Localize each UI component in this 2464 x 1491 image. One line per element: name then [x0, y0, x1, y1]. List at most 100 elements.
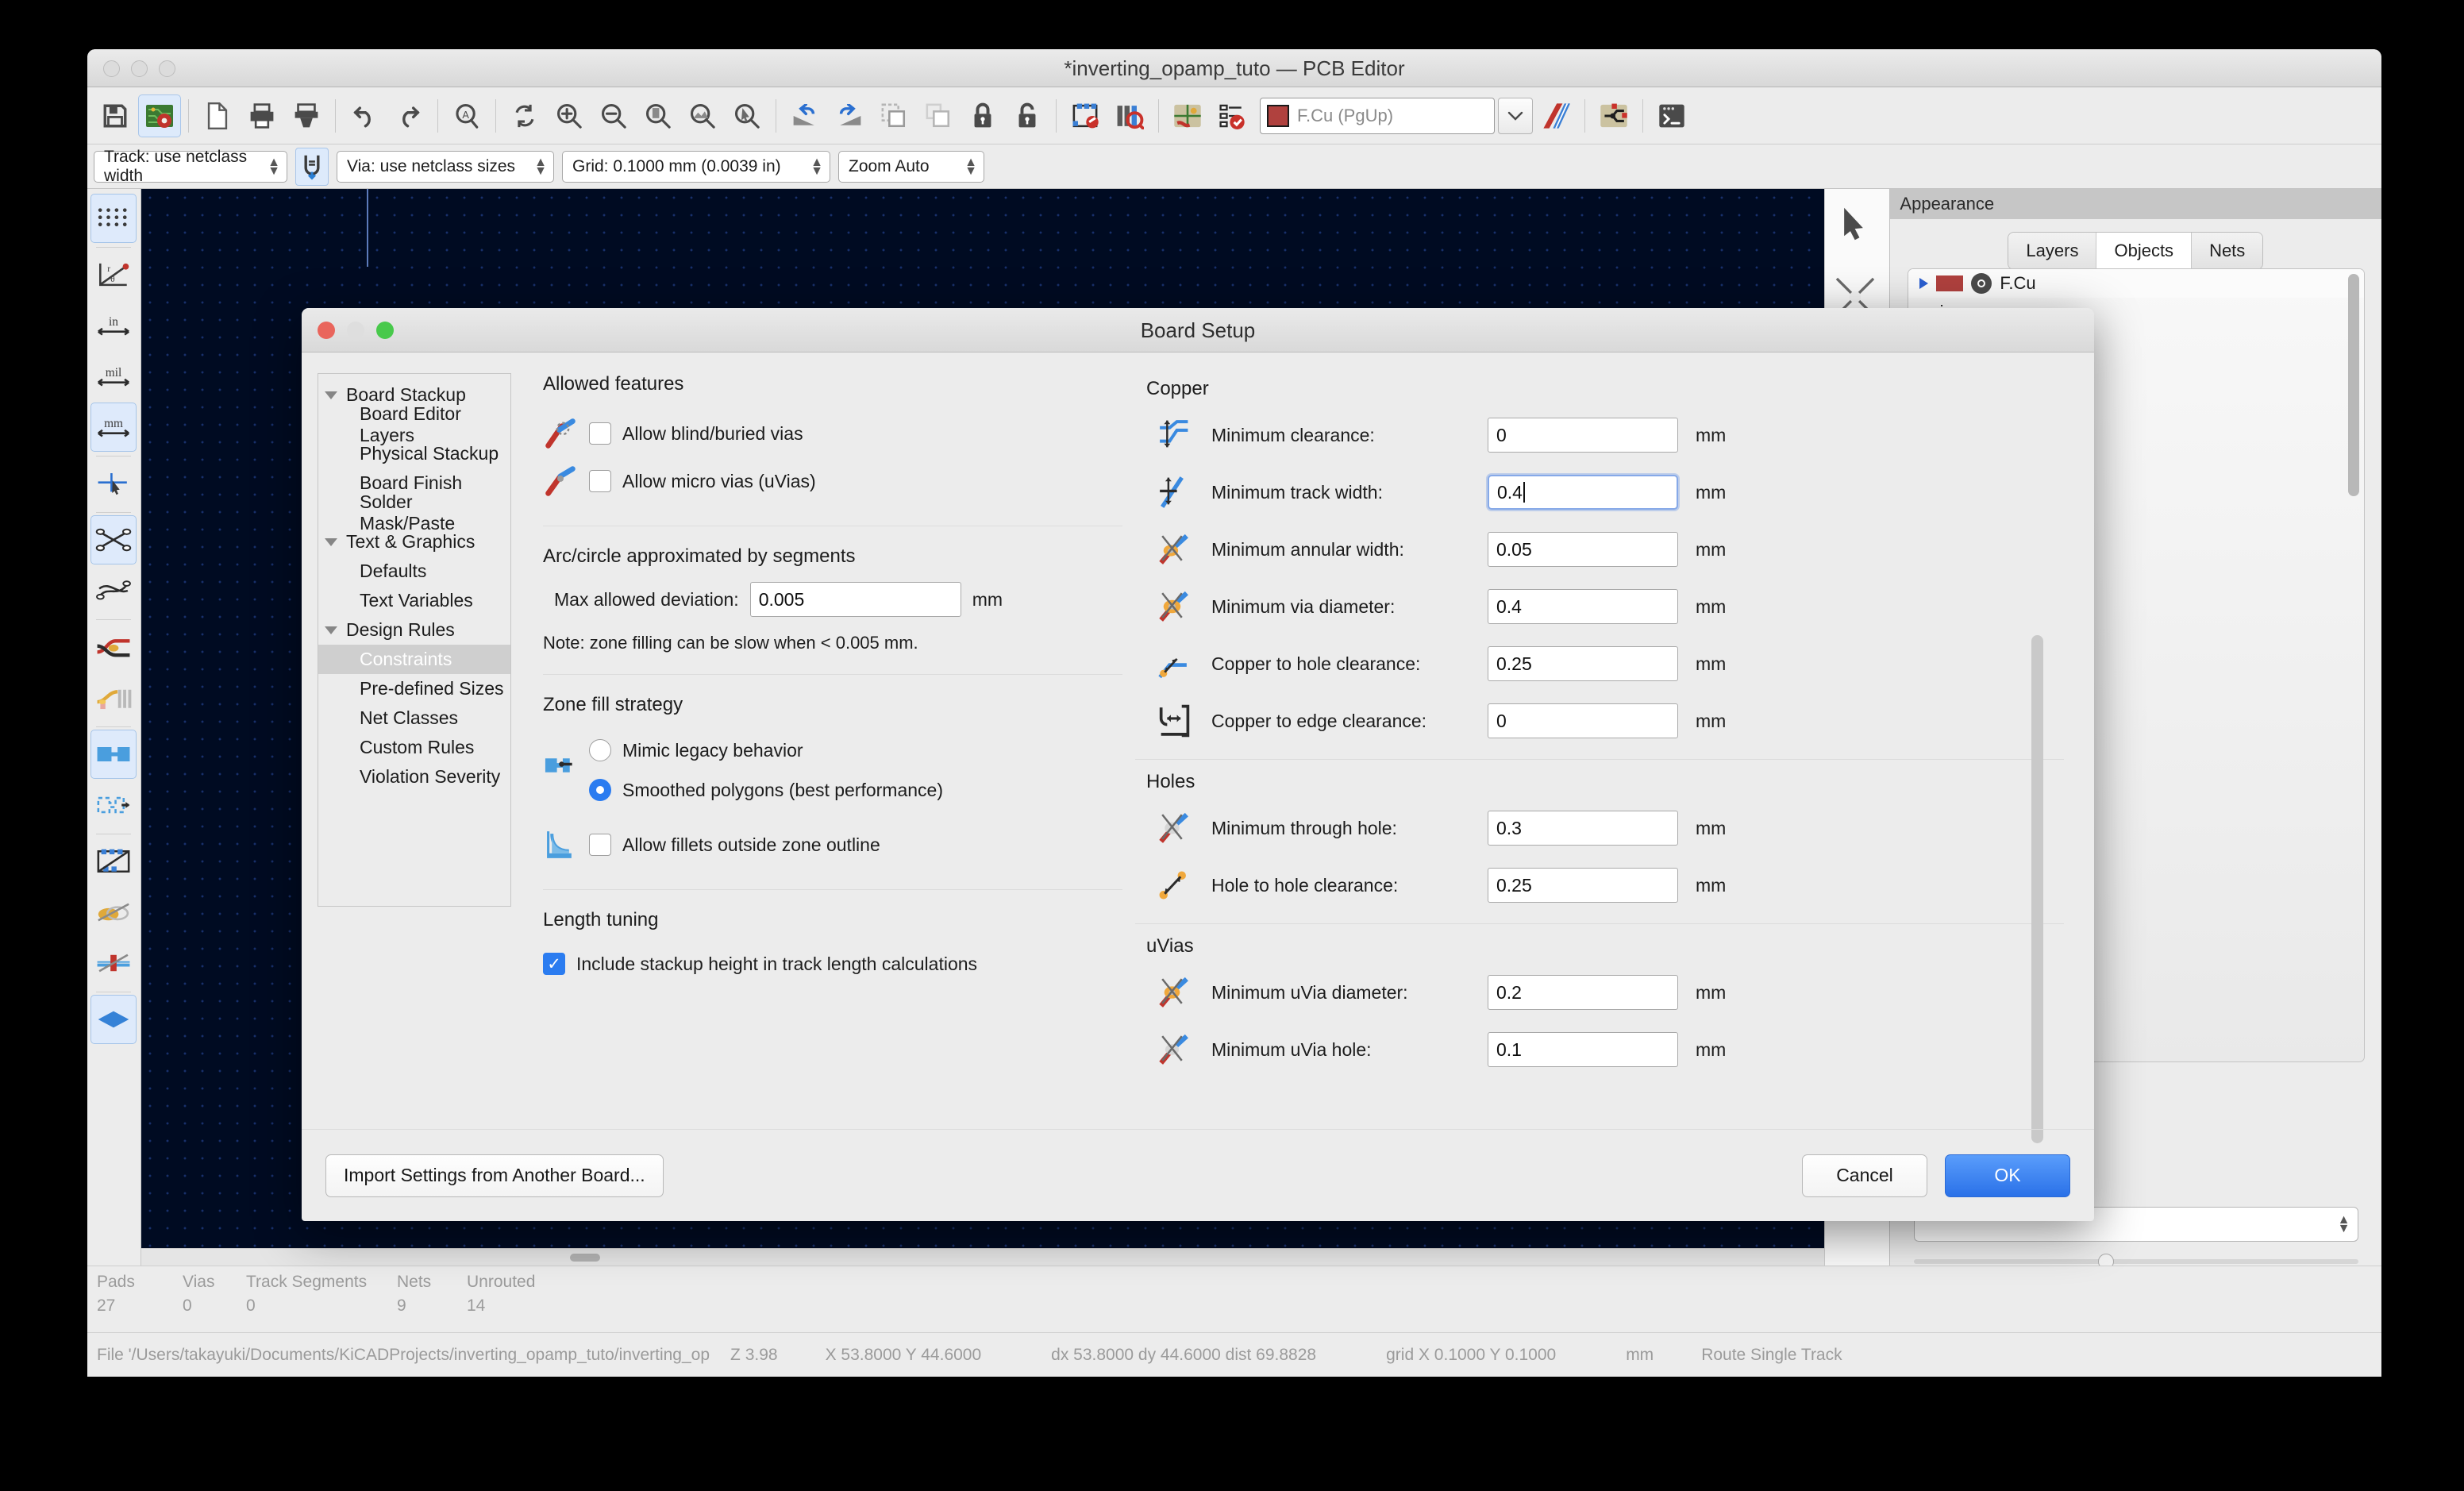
row-smoothed-polygons[interactable]: Smoothed polygons (best performance)	[589, 770, 1122, 810]
tree-item-defaults[interactable]: Defaults	[318, 557, 510, 586]
checkbox-allow-micro-vias[interactable]	[589, 470, 611, 492]
tree-item-custom-rules[interactable]: Custom Rules	[318, 733, 510, 762]
expand-triangle-icon[interactable]	[325, 391, 337, 399]
checkbox-allow-blind-buried-vias[interactable]	[589, 422, 611, 445]
zoom-out-icon[interactable]	[592, 94, 635, 137]
stepper-icon[interactable]: ▲ ▼	[2338, 1214, 2350, 1235]
flip-y-icon[interactable]	[917, 94, 960, 137]
track-via-same-as-netclass-button[interactable]	[295, 147, 329, 186]
zoom-selector[interactable]: Zoom Auto ▲ ▼	[838, 150, 984, 183]
layer-pair-icon[interactable]	[1534, 94, 1577, 137]
tree-item-physical-stackup[interactable]: Physical Stackup	[318, 439, 510, 468]
rotate-ccw-icon[interactable]	[783, 94, 826, 137]
input-hole-to-hole-clearance[interactable]: 0.25	[1488, 868, 1678, 903]
board-setup-icon[interactable]	[138, 94, 181, 137]
input-copper-to-hole-clearance[interactable]: 0.25	[1488, 646, 1678, 681]
input-minimum-clearance[interactable]: 0	[1488, 418, 1678, 453]
scrollbar-thumb[interactable]	[569, 1254, 600, 1262]
cancel-button[interactable]: Cancel	[1802, 1154, 1927, 1197]
layer-color-swatch[interactable]	[1936, 275, 1964, 291]
flip-x-icon[interactable]	[872, 94, 915, 137]
tab-nets[interactable]: Nets	[2192, 233, 2263, 269]
scripting-console-icon[interactable]	[1650, 94, 1693, 137]
zoom-in-icon[interactable]	[548, 94, 591, 137]
tree-item-design-rules[interactable]: Design Rules	[318, 615, 510, 645]
units-mils-icon[interactable]: mil	[90, 352, 137, 401]
grid-selector[interactable]: Grid: 0.1000 mm (0.0039 in) ▲ ▼	[562, 150, 830, 183]
input-minimum-track-width[interactable]: 0.4	[1488, 475, 1678, 510]
polar-coords-icon[interactable]: rθ	[90, 250, 137, 299]
dialog-window-controls[interactable]	[318, 322, 394, 339]
plot-icon[interactable]	[285, 94, 328, 137]
net-highlight-icon[interactable]	[1592, 94, 1635, 137]
curved-ratsnest-icon[interactable]	[90, 566, 137, 615]
print-icon[interactable]	[241, 94, 283, 137]
window-close-button[interactable]	[103, 60, 120, 77]
layer-combo-box[interactable]: F.Cu (PgUp)	[1260, 97, 1495, 134]
tree-item-text-variables[interactable]: Text Variables	[318, 586, 510, 615]
expand-triangle-icon[interactable]	[325, 537, 337, 546]
row-mimic-legacy-behavior[interactable]: Mimic legacy behavior	[589, 730, 1122, 770]
window-minimize-button[interactable]	[131, 60, 148, 77]
zoom-fit-objects-icon[interactable]	[681, 94, 724, 137]
undo-icon[interactable]	[343, 94, 386, 137]
window-maximize-button[interactable]	[159, 60, 175, 77]
zone-fill-icon[interactable]	[90, 730, 137, 779]
refresh-icon[interactable]	[503, 94, 546, 137]
tab-layers[interactable]: Layers	[2008, 233, 2097, 269]
tree-item-board-editor-layers[interactable]: Board Editor Layers	[318, 403, 510, 445]
units-mm-icon[interactable]: mm	[90, 403, 137, 452]
row-allow-blind-buried-vias[interactable]: Allow blind/buried vias	[543, 410, 1122, 457]
ok-button[interactable]: OK	[1945, 1154, 2070, 1197]
netlist-icon[interactable]	[1211, 94, 1253, 137]
find-icon[interactable]: A	[445, 94, 488, 137]
input-minimum-through-hole[interactable]: 0.3	[1488, 811, 1678, 846]
tree-item-net-classes[interactable]: Net Classes	[318, 703, 510, 733]
units-inches-icon[interactable]: in	[90, 301, 137, 350]
tab-objects[interactable]: Objects	[2096, 233, 2193, 269]
radio-mimic-legacy-behavior[interactable]	[589, 739, 611, 761]
eye-icon[interactable]	[1971, 273, 1992, 294]
expand-triangle-icon[interactable]	[325, 626, 337, 634]
save-icon[interactable]	[94, 94, 137, 137]
window-controls[interactable]	[103, 60, 175, 77]
toggle-grid-icon[interactable]	[90, 194, 137, 243]
page-settings-icon[interactable]	[196, 94, 239, 137]
tree-item-violation-severity[interactable]: Violation Severity	[318, 762, 510, 792]
dialog-scrollbar[interactable]	[2031, 635, 2043, 1143]
list-item[interactable]: F.Cu	[1908, 269, 2365, 298]
footprint-editor-icon[interactable]	[1064, 94, 1107, 137]
layers-manager-icon[interactable]	[90, 995, 137, 1044]
row-allow-micro-vias[interactable]: Allow micro vias (uVias)	[543, 457, 1122, 505]
layers-list-scrollbar[interactable]	[2348, 274, 2360, 496]
dialog-maximize-button[interactable]	[376, 322, 394, 339]
zoom-selection-icon[interactable]	[726, 94, 768, 137]
via-sketch-icon[interactable]	[90, 938, 137, 988]
input-copper-to-edge-clearance[interactable]: 0	[1488, 703, 1678, 738]
tree-item-pre-defined-sizes[interactable]: Pre-defined Sizes	[318, 674, 510, 703]
input-minimum-uvia-diameter[interactable]: 0.2	[1488, 975, 1678, 1010]
rotate-cw-icon[interactable]	[828, 94, 871, 137]
expand-arrow-icon[interactable]	[1919, 278, 1929, 289]
tree-item-constraints[interactable]: Constraints	[318, 645, 510, 674]
pad-sketch-icon[interactable]	[90, 888, 137, 937]
input-minimum-annular-width[interactable]: 0.05	[1488, 532, 1678, 567]
unlock-icon[interactable]	[1006, 94, 1049, 137]
chevron-down-icon[interactable]	[1498, 97, 1533, 134]
input-minimum-uvia-hole[interactable]: 0.1	[1488, 1032, 1678, 1067]
track-width-selector[interactable]: Track: use netclass width ▲ ▼	[94, 148, 287, 185]
footprint-sketch-icon[interactable]	[90, 837, 137, 886]
zone-outline-icon[interactable]	[90, 780, 137, 830]
zoom-fit-page-icon[interactable]	[637, 94, 680, 137]
row-include-stackup-height[interactable]: ✓ Include stackup height in track length…	[543, 946, 1122, 982]
active-layer-selector[interactable]: F.Cu (PgUp)	[1260, 97, 1533, 134]
tree-item-solder-mask-paste[interactable]: Solder Mask/Paste	[318, 491, 510, 534]
radio-smoothed-polygons[interactable]	[589, 779, 611, 801]
dialog-minimize-button[interactable]	[347, 322, 364, 339]
options-slider[interactable]	[1914, 1254, 2359, 1269]
settings-tree[interactable]: Board Stackup Board Editor Layers Physic…	[318, 373, 511, 907]
appearance-tabs[interactable]: Layers Objects Nets	[2008, 232, 2264, 270]
track-fill-icon[interactable]	[90, 622, 137, 672]
input-max-allowed-deviation[interactable]: 0.005	[749, 582, 961, 617]
import-settings-button[interactable]: Import Settings from Another Board...	[325, 1154, 664, 1197]
